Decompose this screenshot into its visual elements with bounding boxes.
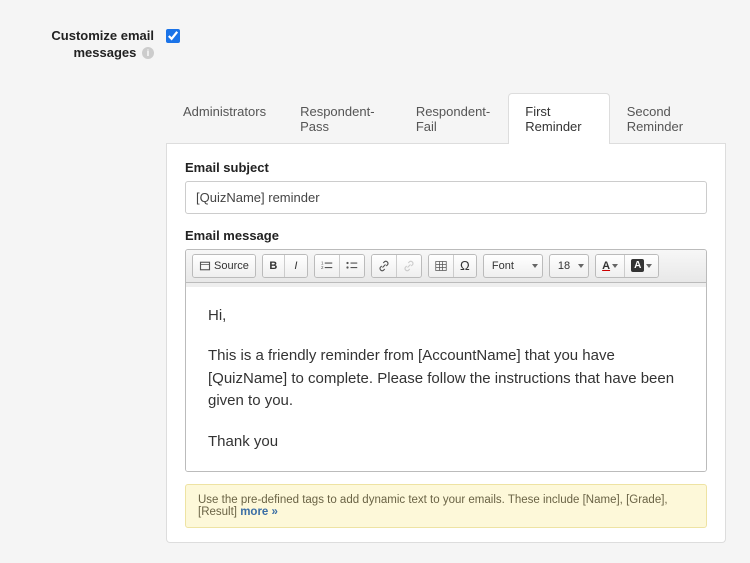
italic-button[interactable]: I [285,255,307,277]
textcolor-button[interactable]: A [596,255,625,277]
message-p2: This is a friendly reminder from [Accoun… [208,345,684,413]
tab-respondent-pass[interactable]: Respondent-Pass [283,93,399,144]
customize-label: Customize email messages i [24,28,154,62]
tabs: Administrators Respondent-Pass Responden… [166,92,726,144]
hint-box: Use the pre-defined tags to add dynamic … [185,484,707,528]
unlink-button[interactable] [397,255,421,277]
customize-checkbox[interactable] [166,29,180,43]
tab-administrators[interactable]: Administrators [166,93,283,144]
chevron-down-icon [612,264,618,268]
svg-text:2: 2 [321,265,324,270]
bullet-list-icon [346,260,358,272]
rich-editor: Source B I 12 [185,249,707,473]
bgcolor-button[interactable]: A [625,255,658,277]
font-select[interactable]: Font [483,254,543,278]
numbered-list-button[interactable]: 12 [315,255,340,277]
hint-more-link[interactable]: more » [240,506,278,518]
specialchar-button[interactable]: Ω [454,255,476,277]
subject-input[interactable] [185,181,707,214]
source-icon [199,260,211,272]
link-button[interactable] [372,255,397,277]
message-label: Email message [185,228,707,243]
source-button[interactable]: Source [193,255,255,277]
editor-toolbar: Source B I 12 [186,250,706,283]
info-icon[interactable]: i [142,47,154,59]
editor-body[interactable]: Hi, This is a friendly reminder from [Ac… [186,283,706,472]
unlink-icon [403,260,415,272]
tab-first-reminder[interactable]: First Reminder [508,93,609,144]
chevron-down-icon [646,264,652,268]
numbered-list-icon: 12 [321,260,333,272]
chevron-down-icon [532,264,538,268]
chevron-down-icon [578,264,584,268]
bullet-list-button[interactable] [340,255,364,277]
message-p1: Hi, [208,305,684,328]
subject-label: Email subject [185,160,707,175]
table-icon [435,260,447,272]
tab-second-reminder[interactable]: Second Reminder [610,93,726,144]
fontsize-select[interactable]: 18 [549,254,589,278]
link-icon [378,260,390,272]
table-button[interactable] [429,255,454,277]
message-p3: Thank you [208,431,684,454]
tab-respondent-fail[interactable]: Respondent-Fail [399,93,508,144]
bold-button[interactable]: B [263,255,285,277]
tab-panel: Email subject Email message Source [166,144,726,544]
